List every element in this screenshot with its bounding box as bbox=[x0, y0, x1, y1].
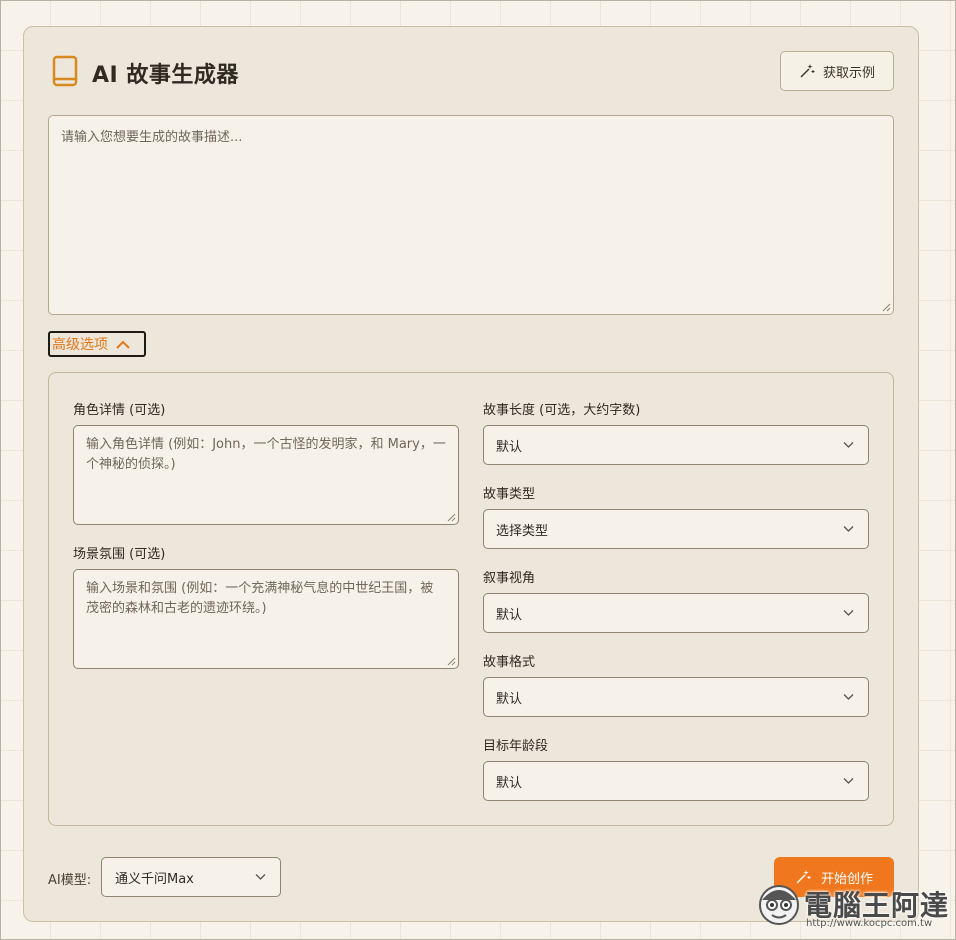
resize-handle-icon[interactable] bbox=[447, 513, 456, 522]
story-length-value: 默认 bbox=[496, 439, 523, 455]
get-example-button[interactable]: 获取示例 bbox=[780, 51, 894, 91]
page-title: AI 故事生成器 bbox=[92, 63, 239, 88]
book-icon bbox=[52, 55, 78, 87]
scene-atmosphere-textarea[interactable]: 输入场景和氛围 (例如：一个充满神秘气息的中世纪王国，被茂密的森林和古老的遗迹环… bbox=[73, 569, 459, 669]
advanced-options-panel: 角色详情 (可选) 输入角色详情 (例如：John，一个古怪的发明家，和 Mar… bbox=[48, 372, 894, 826]
story-prompt-textarea[interactable]: 请输入您想要生成的故事描述... bbox=[48, 115, 894, 315]
resize-handle-icon[interactable] bbox=[447, 657, 456, 666]
target-age-select[interactable]: 默认 bbox=[483, 761, 869, 801]
chevron-down-icon bbox=[843, 610, 854, 616]
ai-model-select[interactable]: 通义千问Max bbox=[101, 857, 281, 897]
advanced-options-toggle[interactable]: 高级选项 bbox=[48, 331, 146, 357]
target-age-label: 目标年龄段 bbox=[483, 739, 549, 754]
scene-atmosphere-label: 场景氛围 (可选) bbox=[73, 547, 166, 562]
target-age-value: 默认 bbox=[496, 775, 523, 791]
watermark: 電腦王阿達 http://www.kocpc.com.tw bbox=[752, 856, 952, 936]
chevron-up-icon bbox=[116, 340, 130, 349]
mascot-icon bbox=[759, 885, 799, 925]
chevron-down-icon bbox=[843, 778, 854, 784]
advanced-options-label: 高级选项 bbox=[52, 337, 108, 353]
character-details-textarea[interactable]: 输入角色详情 (例如：John，一个古怪的发明家，和 Mary，一个神秘的侦探。… bbox=[73, 425, 459, 525]
chevron-down-icon bbox=[255, 874, 266, 880]
story-type-value: 选择类型 bbox=[496, 523, 549, 539]
ai-model-value: 通义千问Max bbox=[115, 871, 194, 887]
story-prompt-placeholder: 请输入您想要生成的故事描述... bbox=[61, 130, 243, 145]
get-example-label: 获取示例 bbox=[822, 65, 875, 81]
chevron-down-icon bbox=[843, 526, 854, 532]
character-details-placeholder: 输入角色详情 (例如：John，一个古怪的发明家，和 Mary，一个神秘的侦探。… bbox=[86, 437, 446, 472]
story-type-select[interactable]: 选择类型 bbox=[483, 509, 869, 549]
narrative-perspective-label: 叙事视角 bbox=[483, 571, 536, 586]
character-details-label: 角色详情 (可选) bbox=[73, 403, 166, 418]
resize-handle-icon[interactable] bbox=[882, 303, 891, 312]
magic-wand-icon bbox=[800, 64, 815, 78]
story-type-label: 故事类型 bbox=[483, 487, 536, 502]
scene-atmosphere-placeholder: 输入场景和氛围 (例如：一个充满神秘气息的中世纪王国，被茂密的森林和古老的遗迹环… bbox=[86, 581, 434, 616]
narrative-perspective-select[interactable]: 默认 bbox=[483, 593, 869, 633]
story-format-select[interactable]: 默认 bbox=[483, 677, 869, 717]
story-format-label: 故事格式 bbox=[483, 655, 536, 670]
chevron-down-icon bbox=[843, 694, 854, 700]
story-length-select[interactable]: 默认 bbox=[483, 425, 869, 465]
story-generator-card: AI 故事生成器 获取示例 请输入您想要生成的故事描述... 高级选项 角色详情… bbox=[23, 26, 919, 922]
ai-model-label: AI模型: bbox=[48, 873, 92, 888]
story-length-label: 故事长度 (可选，大约字数) bbox=[483, 403, 641, 418]
chevron-down-icon bbox=[843, 442, 854, 448]
narrative-perspective-value: 默认 bbox=[496, 607, 523, 623]
story-format-value: 默认 bbox=[496, 691, 523, 707]
watermark-url: http://www.kocpc.com.tw bbox=[806, 918, 933, 929]
